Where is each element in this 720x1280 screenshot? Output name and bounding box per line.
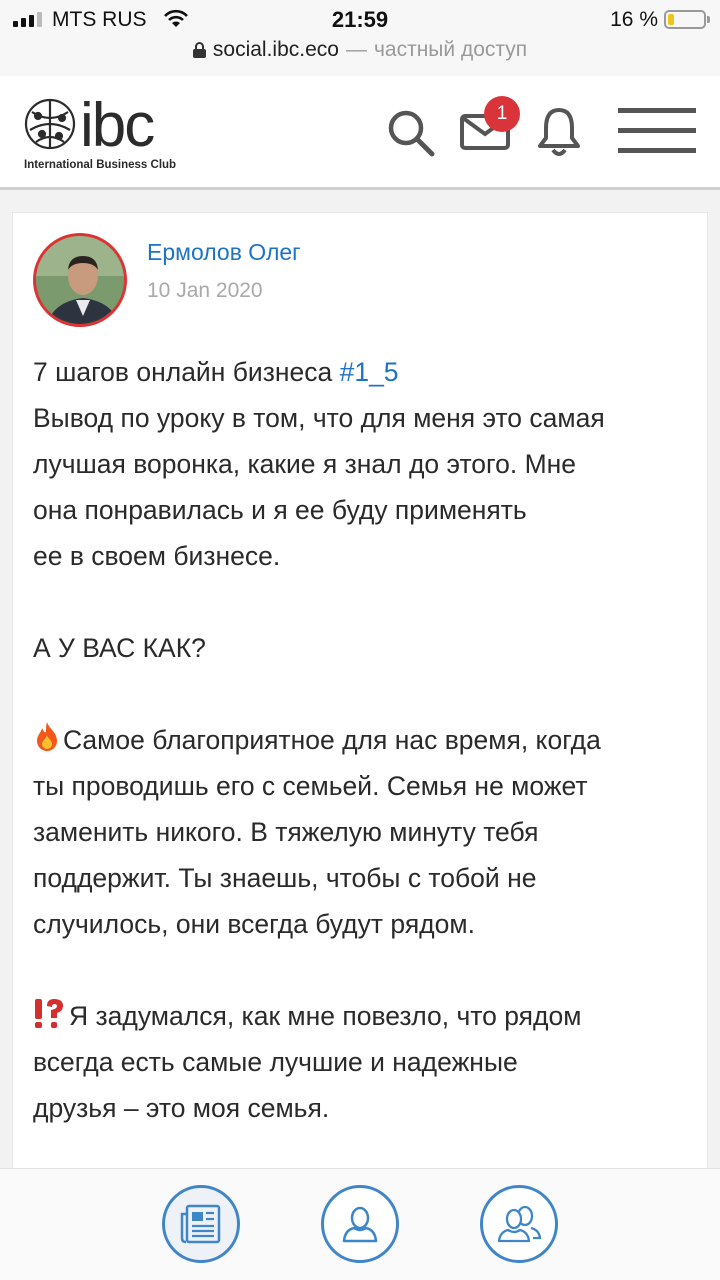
- brain-globe-icon: [24, 98, 76, 150]
- users-icon: [497, 1205, 542, 1243]
- post-line: она понравилась и я ее буду применять: [33, 495, 527, 525]
- post-line: всегда есть самые лучшие и надежные: [33, 1047, 518, 1077]
- post-line: 7 шагов онлайн бизнеса #1_5: [33, 349, 703, 395]
- post-line: заменить никого. В тяжелую минуту тебя: [33, 817, 539, 847]
- url-domain: social.ibc.eco: [212, 38, 339, 61]
- post-text: Самое благоприятное для нас время, когда: [63, 725, 601, 755]
- post-line: Я задумался, как мне повезло, что рядом: [33, 993, 703, 1039]
- post-line: ты проводишь его с семьей. Семья не може…: [33, 771, 588, 801]
- post-line: Самое благоприятное для нас время, когда: [33, 717, 703, 763]
- address-bar[interactable]: social.ibc.eco — частный доступ: [0, 36, 720, 76]
- author-avatar[interactable]: [33, 233, 127, 327]
- post-line: случилось, они всегда будут рядом.: [33, 909, 475, 939]
- interrobang-icon: [35, 999, 63, 1028]
- newspaper-icon: [180, 1204, 221, 1244]
- post-body: 7 шагов онлайн бизнеса #1_5 Вывод по уро…: [33, 349, 703, 1131]
- url-separator: —: [345, 38, 367, 61]
- nav-profile-button[interactable]: [321, 1185, 399, 1263]
- post-card: Ермолов Олег 10 Jan 2020 7 шагов онлайн …: [12, 212, 708, 1172]
- user-icon: [342, 1206, 378, 1243]
- bottom-nav: [0, 1168, 720, 1280]
- battery-icon: [664, 10, 710, 29]
- post-line: Вывод по уроку в том, что для меня это с…: [33, 403, 605, 433]
- site-header: ibc International Business Club: [0, 76, 720, 190]
- messages-badge: 1: [484, 96, 520, 132]
- fire-icon: [37, 722, 57, 751]
- ibc-logo[interactable]: ibc International Business Club: [22, 94, 202, 174]
- url-access-label: частный доступ: [373, 38, 528, 61]
- lock-icon: [192, 42, 206, 58]
- post-text: 7 шагов онлайн бизнеса: [33, 357, 340, 387]
- battery-percent: 16 %: [610, 8, 658, 31]
- hashtag-link[interactable]: #1_5: [340, 357, 399, 387]
- author-name[interactable]: Ермолов Олег: [147, 239, 301, 266]
- svg-text:ibc: ibc: [80, 94, 154, 160]
- post-question: А У ВАС КАК?: [33, 633, 206, 663]
- bell-icon[interactable]: [536, 106, 582, 158]
- post-line: друзья – это моя семья.: [33, 1093, 330, 1123]
- post-date: 10 Jan 2020: [147, 279, 263, 302]
- post-line: поддержит. Ты знаешь, чтобы с тобой не: [33, 863, 537, 893]
- status-bar: MTS RUS 21:59 16 %: [0, 0, 720, 36]
- menu-icon[interactable]: [618, 106, 696, 156]
- nav-feed-button[interactable]: [162, 1185, 240, 1263]
- post-line: лучшая воронка, какие я знал до этого. М…: [33, 449, 577, 479]
- svg-text:International Business Club: International Business Club: [24, 159, 176, 171]
- nav-friends-button[interactable]: [480, 1185, 558, 1263]
- search-icon[interactable]: [386, 108, 436, 158]
- post-text: Я задумался, как мне повезло, что рядом: [69, 1001, 582, 1031]
- post-line: ее в своем бизнесе.: [33, 541, 281, 571]
